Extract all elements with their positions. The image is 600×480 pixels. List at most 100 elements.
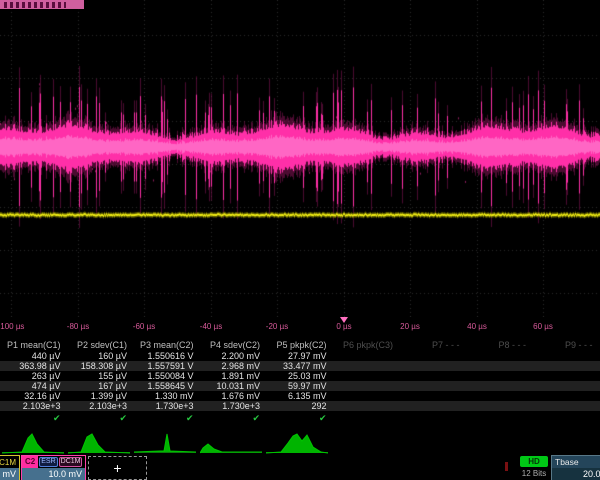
c2-badge-dc1m: DC1M — [59, 457, 83, 467]
axis-tick-label: 20 µs — [400, 322, 420, 331]
measurement-value: 33.477 mV — [266, 361, 333, 371]
measurement-value — [532, 361, 599, 371]
measurement-header[interactable]: P8 - - - — [466, 340, 533, 351]
measurement-value — [466, 401, 533, 411]
histicon[interactable] — [134, 433, 196, 454]
measurement-value: 292 — [266, 401, 333, 411]
histicon[interactable] — [68, 433, 130, 454]
measurement-value: 158.308 µV — [67, 361, 134, 371]
measurement-header[interactable]: P9 - - - — [532, 340, 599, 351]
measurement-value — [532, 351, 599, 361]
time-axis: -100 µs -80 µs -60 µs -40 µs -20 µs 0 µs 20 µs… — [0, 317, 600, 340]
measurement-value: 6.135 mV — [266, 391, 333, 401]
measurement-value: 2.968 mV — [200, 361, 267, 371]
axis-tick-label: 0 µs — [336, 322, 351, 331]
measurement-value: 1.730e+3 — [133, 401, 200, 411]
measurement-value: 160 µV — [67, 351, 134, 361]
measurement-value — [532, 391, 599, 401]
c2-label: C2 — [22, 456, 38, 468]
status-check-icon: ✔ — [133, 411, 200, 423]
measurement-value: 1.550616 V — [133, 351, 200, 361]
measurement-value: 27.97 mV — [266, 351, 333, 361]
measurement-value — [333, 351, 400, 361]
measurement-value — [399, 401, 466, 411]
measurement-value: 1.730e+3 — [200, 401, 267, 411]
c2-badges: ESRDC1M — [38, 457, 82, 467]
status-check-icon — [532, 411, 599, 423]
measurement-value — [399, 381, 466, 391]
histicon[interactable] — [200, 433, 262, 454]
measurement-value: 1.550084 V — [133, 371, 200, 381]
oscilloscope-screen: -100 µs -80 µs -60 µs -40 µs -20 µs 0 µs 20 µs… — [0, 0, 600, 480]
measurement-value — [333, 361, 400, 371]
measurement-value: 167 µV — [67, 381, 134, 391]
measurement-value: 440 µV — [0, 351, 67, 361]
status-check-icon: ✔ — [0, 411, 67, 423]
axis-tick-label: -20 µs — [266, 322, 288, 331]
status-check-icon: ✔ — [266, 411, 333, 423]
waveform-display[interactable] — [0, 0, 600, 317]
measurement-value — [333, 391, 400, 401]
measurement-value: 1.558645 V — [133, 381, 200, 391]
measurement-header[interactable]: P3 mean(C2) — [133, 340, 200, 351]
measurement-header[interactable]: P2 sdev(C1) — [67, 340, 134, 351]
c1-coupling-label: DC1M — [0, 458, 19, 467]
measurement-header[interactable]: P1 mean(C1) — [0, 340, 67, 351]
measurement-value — [466, 371, 533, 381]
status-check-icon — [333, 411, 400, 423]
measurement-value — [466, 361, 533, 371]
measurement-value: 474 µV — [0, 381, 67, 391]
status-check-icon — [466, 411, 533, 423]
c2-badge-esr: ESR — [39, 457, 57, 467]
channel-c1-descriptor[interactable]: DC1M 0 mV — [0, 455, 20, 480]
status-check-icon: ✔ — [200, 411, 267, 423]
c2-scale-value: 10.0 mV — [22, 468, 85, 480]
measurement-value — [466, 351, 533, 361]
measurement-value: 363.98 µV — [0, 361, 67, 371]
measurement-header[interactable]: P7 - - - — [399, 340, 466, 351]
badge-marks — [4, 2, 66, 8]
timebase-scale-value: 20.0 — [552, 468, 600, 480]
status-check-icon: ✔ — [67, 411, 134, 423]
axis-tick-label: -40 µs — [200, 322, 222, 331]
measurement-value — [532, 371, 599, 381]
measurement-value: 1.891 mV — [200, 371, 267, 381]
bit-resolution-label: 12 Bits — [512, 469, 556, 478]
measurement-value: 2.103e+3 — [67, 401, 134, 411]
histicon[interactable] — [2, 433, 64, 454]
measurement-value: 32.16 µV — [0, 391, 67, 401]
measurement-value: 155 µV — [67, 371, 134, 381]
measurement-value — [399, 361, 466, 371]
axis-tick-label: -80 µs — [67, 322, 89, 331]
measurement-header[interactable]: P6 pkpk(C3) — [333, 340, 400, 351]
add-trace-button[interactable]: + — [88, 456, 147, 480]
measurement-value — [399, 371, 466, 381]
measurement-value — [333, 381, 400, 391]
measurement-value — [532, 381, 599, 391]
channel-c2-descriptor[interactable]: C2 ESRDC1M 10.0 mV — [21, 455, 86, 480]
axis-tick-label: -60 µs — [133, 322, 155, 331]
status-check-icon — [399, 411, 466, 423]
measurement-value — [399, 391, 466, 401]
measurement-header[interactable]: P4 sdev(C2) — [200, 340, 267, 351]
timebase-descriptor[interactable]: Tbase 20.0 — [551, 455, 600, 480]
measurement-value: 25.03 mV — [266, 371, 333, 381]
c1-scale-value: 0 mV — [0, 468, 19, 480]
measurement-header[interactable]: P5 pkpk(C2) — [266, 340, 333, 351]
measurement-value: 1.330 mV — [133, 391, 200, 401]
measurement-value: 1.399 µV — [67, 391, 134, 401]
measurement-value — [466, 391, 533, 401]
measurement-value: 2.200 mV — [200, 351, 267, 361]
timebase-title: Tbase — [552, 456, 600, 468]
measurement-value: 1.676 mV — [200, 391, 267, 401]
measurement-value — [532, 401, 599, 411]
axis-tick-label: 40 µs — [467, 322, 487, 331]
histicon[interactable] — [266, 433, 328, 454]
measurement-value: 59.97 mV — [266, 381, 333, 391]
axis-tick-label: -100 µs — [0, 322, 24, 331]
clipped-pink-badge — [0, 0, 84, 9]
plus-icon: + — [113, 460, 121, 476]
hd-mode-badge[interactable]: HD — [520, 456, 548, 467]
measurement-value: 10.031 mV — [200, 381, 267, 391]
measurement-value — [466, 381, 533, 391]
